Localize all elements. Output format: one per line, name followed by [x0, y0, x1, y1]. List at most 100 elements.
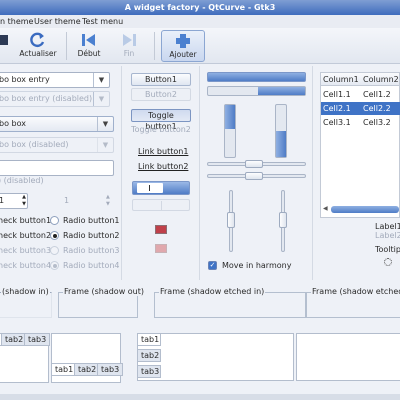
frame-shadow-in: (shadow in) [0, 287, 52, 318]
separator [199, 66, 200, 280]
frame-title: Frame (shadow etched in) [159, 287, 266, 296]
add-button[interactable]: Ajouter [161, 30, 205, 62]
notebook-3-tab-1[interactable]: tab1 [137, 333, 161, 346]
spin-button-disabled: 1 ▲ ▼ [64, 194, 114, 207]
radio-4 [50, 261, 59, 270]
toolbar: Actualiser Début Fin Ajouter [0, 28, 400, 64]
switch-on[interactable] [132, 181, 190, 195]
separator [121, 66, 122, 280]
spin-arrows-icon[interactable]: ▲ ▼ [22, 194, 26, 208]
window-title: A widget factory - QtCurve - Gtk3 [124, 3, 276, 12]
refresh-icon [29, 32, 47, 48]
add-icon [174, 33, 192, 49]
slider-handle[interactable] [227, 212, 235, 228]
chevron-down-icon: ▼ [97, 117, 113, 131]
horizontal-scrollbar[interactable] [331, 206, 399, 213]
last-button[interactable]: Fin [112, 30, 146, 62]
table-cell-selected[interactable]: Cell2.2 [361, 102, 400, 115]
frame-shadow-etched-out: Frame (shadow etched ou [306, 287, 400, 318]
last-label: Fin [123, 49, 135, 58]
tooltip-label: Tooltip [375, 245, 400, 254]
switch-off-disabled [132, 199, 190, 211]
window-bottom-border [0, 394, 400, 400]
table-cell[interactable]: Cell1.1 [321, 88, 362, 101]
move-in-harmony-label[interactable]: Move in harmony [222, 261, 291, 270]
move-in-harmony-checkbox[interactable]: ✓ [208, 261, 217, 270]
combo-entry-disabled-text: bo box entry (disabled) [0, 94, 93, 103]
check-button-3: heck button3 [0, 246, 52, 255]
toolbar-separator [66, 32, 67, 60]
radio-2[interactable] [50, 231, 59, 240]
progress-bar-horizontal [207, 72, 306, 82]
check-button-2[interactable]: heck button2 [0, 231, 51, 240]
first-label: Début [77, 49, 101, 58]
label-1: Label1 [375, 222, 400, 231]
add-label: Ajouter [169, 50, 197, 59]
switch-on-icon [149, 185, 150, 191]
frame-shadow-etched-in: Frame (shadow etched in) [154, 287, 306, 318]
progress-bar-vertical-2 [275, 104, 287, 158]
combo-entry-text: bo box entry [0, 75, 50, 84]
menu-test-menu[interactable]: Test menu [82, 15, 123, 28]
radio-3 [50, 246, 59, 255]
table-cell[interactable]: Cell3.1 [321, 116, 362, 129]
spin-value: 1 [0, 196, 4, 205]
progress-fill [276, 131, 286, 157]
check-button-1[interactable]: heck button1 [0, 216, 51, 225]
column-header-2[interactable]: Column2 [361, 73, 400, 86]
link-button-2[interactable]: Link button2 [138, 162, 188, 171]
radio-3-label: Radio button3 [63, 246, 120, 255]
tree-view[interactable]: Column1 Column2 Cell1.1 Cell1.2 Cell2.1 … [320, 72, 400, 218]
combo-box[interactable]: bo box ▼ [0, 116, 114, 132]
progress-fill [225, 105, 235, 129]
combo-entry[interactable]: bo box entry ▼ [0, 72, 110, 88]
table-cell-selected[interactable]: Cell2.1 [321, 102, 362, 115]
button-1[interactable]: Button1 [131, 73, 191, 86]
frame-shadow-out: Frame (shadow out) [58, 287, 146, 318]
refresh-button[interactable]: Actualiser [16, 30, 60, 62]
notebook-2-tab-3[interactable]: tab3 [97, 363, 124, 376]
menubar: n theme User theme Test menu [0, 15, 400, 28]
toolbar-button-partial[interactable] [0, 30, 8, 62]
square-icon [0, 32, 12, 48]
combo-entry-disabled: bo box entry (disabled) ▼ [0, 91, 110, 107]
slider-handle[interactable] [245, 172, 263, 180]
spin-arrows-icon: ▲ ▼ [106, 194, 110, 207]
progress-bar-vertical-1 [224, 104, 236, 158]
go-first-icon [80, 32, 98, 48]
notebook-1-tab-3[interactable]: tab3 [24, 333, 51, 346]
notebook-3-tab-2[interactable]: tab2 [137, 349, 161, 362]
table-cell[interactable]: Cell3.2 [361, 116, 400, 129]
text-entry[interactable] [0, 160, 114, 176]
menu-theme[interactable]: n theme [0, 15, 33, 28]
menu-user-theme[interactable]: User theme [34, 15, 81, 28]
combo-box-disabled-text: bo box (disabled) [0, 140, 69, 149]
combo-box-disabled: bo box (disabled) ▼ [0, 137, 114, 153]
slider-handle[interactable] [245, 160, 263, 168]
table-cell[interactable]: Cell1.2 [361, 88, 400, 101]
notebook-4 [296, 333, 400, 381]
spin-disabled-value: 1 [64, 196, 70, 205]
scroll-left-icon[interactable]: ◀ [323, 205, 328, 213]
window-titlebar: A widget factory - QtCurve - Gtk3 [0, 0, 400, 15]
radio-1-label[interactable]: Radio button1 [63, 216, 120, 225]
separator [312, 66, 313, 280]
refresh-label: Actualiser [19, 49, 57, 58]
slider-handle[interactable] [279, 212, 287, 228]
spinner-icon [384, 258, 392, 266]
notebook-3-tab-3[interactable]: tab3 [137, 365, 161, 378]
spin-button[interactable]: 1 ▲▼ [0, 193, 28, 209]
radio-2-label[interactable]: Radio button2 [63, 231, 120, 240]
color-swatch[interactable] [155, 225, 167, 234]
color-swatch-disabled [155, 244, 167, 253]
link-button-1[interactable]: Link button1 [138, 147, 188, 156]
first-button[interactable]: Début [72, 30, 106, 62]
label-2: Label2 [375, 231, 400, 240]
column-header-1[interactable]: Column1 [321, 73, 362, 86]
button-2: Button2 [131, 88, 191, 101]
combo-box-text: bo box [0, 119, 26, 128]
toggle-button-1[interactable]: Toggle button1 [131, 109, 191, 131]
chevron-down-icon[interactable]: ▼ [93, 73, 109, 87]
chevron-down-icon: ▼ [93, 92, 109, 106]
radio-1[interactable] [50, 216, 59, 225]
